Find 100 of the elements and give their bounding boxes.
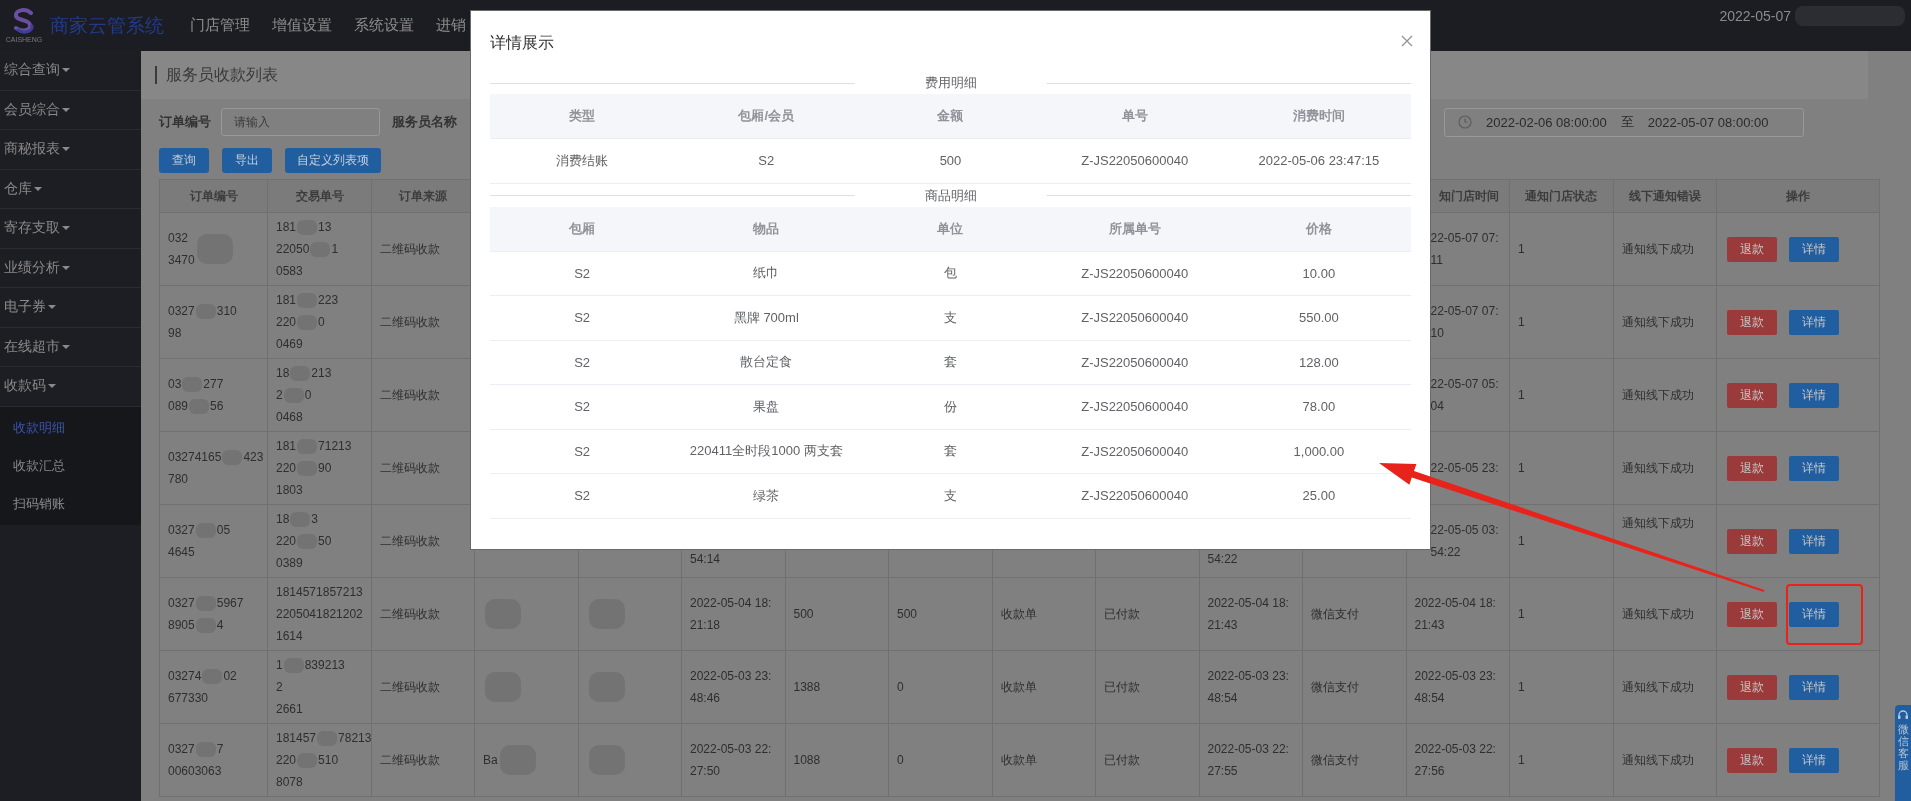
cell-text: 通知线下成功 [1621, 313, 1694, 331]
cell-text: 03274 [168, 669, 202, 683]
cell-text: 二维码收款 [380, 605, 440, 623]
sidebar-item[interactable]: 业绩分析 [0, 248, 141, 288]
sidebar-item[interactable]: 寄存支取 [0, 209, 141, 249]
cell-text: Ba [483, 753, 498, 767]
refund-button[interactable]: 退款 [1727, 528, 1777, 554]
toolbar-button[interactable]: 查询 [159, 148, 209, 173]
cell-text: 21:43 [1207, 618, 1238, 632]
cell-text: 181457 [276, 731, 317, 745]
refund-button[interactable]: 退款 [1727, 236, 1777, 262]
cell-text: 1 [1518, 242, 1525, 256]
cell-text: 1088 [793, 753, 821, 767]
cell-text: 128.00 [1298, 354, 1340, 370]
submenu-item[interactable]: 扫码销账 [0, 484, 141, 523]
detail-button[interactable]: 详情 [1789, 747, 1839, 773]
cell-text: 98 [168, 326, 182, 340]
cell-text: S2 [573, 310, 592, 326]
column-header: 包厢 [568, 219, 597, 238]
cell-text: 2022-05-03 23: [690, 669, 772, 683]
detail-button[interactable]: 详情 [1789, 309, 1839, 335]
cell-text: 支 [943, 486, 958, 505]
cell-text: 1 [1518, 534, 1525, 548]
detail-button[interactable]: 详情 [1789, 455, 1839, 481]
column-header: 订单来源 [399, 187, 447, 205]
cell-text: 1814571857213 [276, 585, 363, 599]
cell-text: 4645 [168, 545, 195, 559]
cell-text: 78213 [338, 731, 371, 745]
filter-label: 服务员名称 [392, 113, 457, 131]
sidebar-item[interactable]: 电子券 [0, 288, 141, 328]
submenu-item[interactable]: 收款明细 [0, 408, 141, 447]
cell-text: S2 [573, 399, 592, 415]
cell-text: 二维码收款 [380, 532, 440, 550]
toolbar-button[interactable]: 导出 [222, 148, 272, 173]
cell-text: 二维码收款 [380, 678, 440, 696]
cell-text: 0327 [168, 596, 195, 610]
date-range-field[interactable]: 2022-02-06 08:00:00 至 2022-05-07 08:00:00 [1444, 107, 1804, 137]
cell-text: 收款单 [1000, 678, 1037, 696]
nav-link[interactable]: 进销 [436, 16, 466, 35]
cell-text: 1 [331, 242, 339, 256]
customer-service-tab[interactable]: 微信客服 [1895, 705, 1911, 801]
cell-text: 277 [203, 377, 224, 391]
detail-button[interactable]: 详情 [1789, 674, 1839, 700]
toolbar-button[interactable]: 自定义列表项 [285, 148, 381, 173]
cell-text: 1614 [276, 629, 303, 643]
refund-button[interactable]: 退款 [1727, 455, 1777, 481]
refund-button[interactable]: 退款 [1727, 601, 1777, 627]
cell-text: 1 [1518, 461, 1525, 475]
cell-text: 0469 [276, 337, 303, 351]
detail-button[interactable]: 详情 [1789, 236, 1839, 262]
cell-text: 03 [168, 377, 182, 391]
cell-text: 27:55 [1207, 764, 1238, 778]
cell-text: 11 [1430, 253, 1443, 267]
cell-text: 13 [318, 220, 332, 234]
cell-text: 已付款 [1104, 605, 1140, 623]
cell-text: 二维码收款 [380, 313, 440, 331]
refund-button[interactable]: 退款 [1727, 674, 1777, 700]
cell-text: 22-05-07 07: [1430, 304, 1499, 318]
nav-link[interactable]: 增值设置 [272, 16, 332, 35]
cell-text: 2 [276, 680, 283, 694]
app-title: 商家云管系统 [50, 13, 164, 38]
detail-button[interactable]: 详情 [1789, 382, 1839, 408]
column-header: 类型 [568, 107, 597, 125]
cell-text: 果盘 [752, 397, 781, 416]
nav-link[interactable]: 系统设置 [354, 16, 414, 35]
refund-button[interactable]: 退款 [1727, 309, 1777, 335]
input-field[interactable]: 请输入 [221, 108, 380, 136]
submenu-item[interactable]: 收款汇总 [0, 446, 141, 485]
section-title: 费用明细 [923, 74, 978, 92]
cell-text: 181 [276, 439, 297, 453]
sidebar-item[interactable]: 在线超市 [0, 327, 141, 367]
detail-button[interactable]: 详情 [1789, 601, 1839, 627]
caret-icon [62, 226, 70, 231]
cell-text: 通知线下成功 [1621, 459, 1694, 477]
column-header: 线下通知错误 [1628, 187, 1701, 205]
cell-text: 48:46 [690, 691, 721, 705]
sidebar-item[interactable]: 仓库 [0, 169, 141, 209]
cell-text: Z-JS22050600040 [1080, 399, 1190, 415]
cell-text: S2 [757, 153, 776, 169]
close-icon[interactable] [1401, 35, 1413, 47]
cell-text: 54:22 [1207, 551, 1238, 566]
cell-text: 二维码收款 [380, 751, 440, 769]
nav-link[interactable]: 门店管理 [190, 16, 250, 35]
column-header: 金额 [936, 107, 965, 125]
caret-icon [62, 344, 70, 349]
column-header: 价格 [1304, 219, 1333, 238]
detail-button[interactable]: 详情 [1789, 528, 1839, 554]
cell-text: 03274165 [168, 450, 222, 464]
cell-text: 5967 [216, 596, 244, 610]
column-header: 交易单号 [295, 187, 344, 205]
caret-icon [62, 107, 70, 112]
refund-button[interactable]: 退款 [1727, 747, 1777, 773]
sidebar-item[interactable]: 会员综合 [0, 90, 141, 130]
cell-text: 通知线下成功 [1621, 515, 1694, 532]
cell-text: 0 [318, 315, 325, 329]
sidebar-item[interactable]: 商秘报表 [0, 130, 141, 170]
cell-text: 2022-05-03 22: [1207, 742, 1289, 756]
refund-button[interactable]: 退款 [1727, 382, 1777, 408]
sidebar-item[interactable]: 收款码 [0, 367, 141, 407]
cell-text: 1388 [793, 680, 821, 694]
